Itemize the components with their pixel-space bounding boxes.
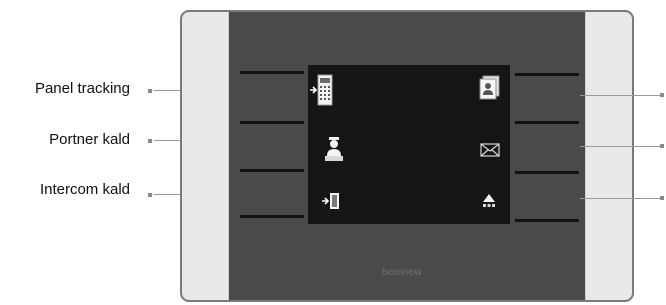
bell-icon[interactable] (480, 193, 498, 209)
label-panel-tracking: Panel tracking (34, 80, 130, 97)
intercom-device: beoview (180, 10, 634, 302)
leader-dot-top-right (660, 93, 664, 97)
leader-dot-top-left (148, 89, 152, 93)
leader-line-middle-right (580, 146, 660, 147)
right-side-panel (585, 12, 632, 300)
leader-dot-middle-right (660, 144, 664, 148)
envelope-icon[interactable] (480, 143, 500, 157)
keypad-panel-icon[interactable] (310, 74, 336, 108)
leader-line-bottom-right (580, 198, 660, 199)
soft-key-line-right-3 (515, 171, 579, 174)
display-screen (308, 65, 510, 224)
soft-key-line-left-3 (240, 169, 304, 172)
leader-dot-bottom-right (660, 196, 664, 200)
brand-label: beoview (382, 267, 423, 278)
soft-key-line-left-4 (240, 215, 304, 218)
label-portner-kald: Portner kald (49, 131, 130, 148)
soft-key-line-left-1 (240, 71, 304, 74)
leader-dot-bottom-left (148, 193, 152, 197)
soft-key-line-right-1 (515, 73, 579, 76)
porter-icon[interactable] (324, 136, 344, 162)
door-entry-icon[interactable] (321, 192, 341, 210)
soft-key-line-left-2 (240, 121, 304, 124)
left-side-panel (182, 12, 229, 300)
soft-key-line-right-2 (515, 121, 579, 124)
leader-dot-middle-left (148, 139, 152, 143)
address-book-icon[interactable] (478, 75, 502, 101)
leader-line-top-right (580, 95, 660, 96)
soft-key-line-right-4 (515, 219, 579, 222)
label-intercom-kald: Intercom kald (39, 181, 130, 198)
